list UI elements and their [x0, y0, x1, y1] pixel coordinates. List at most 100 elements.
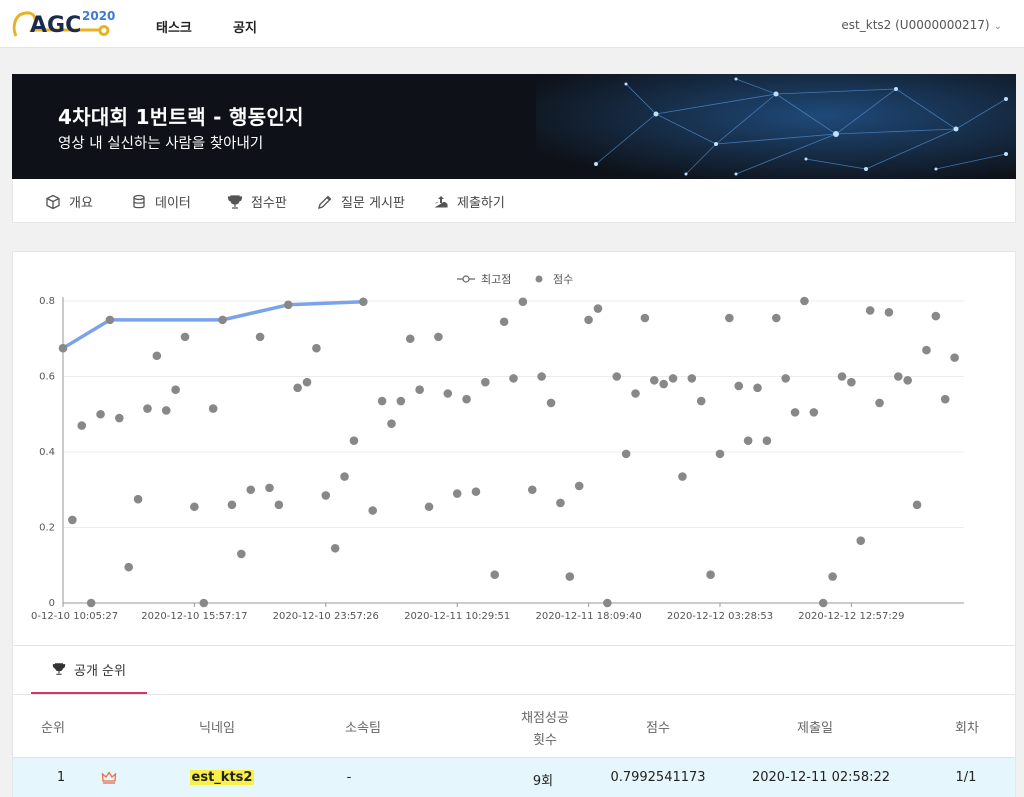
score-point [133, 494, 143, 504]
tab-data[interactable]: 데이터 [131, 192, 191, 211]
column-header-rank: 순위 [41, 721, 65, 736]
score-point [96, 409, 105, 419]
x-tick-label: 2020-12-10 23:57:26 [273, 611, 379, 622]
score-point [115, 413, 124, 423]
score-point [715, 449, 725, 459]
table-row[interactable]: 1 est_kts2 - 9회 0.7992541173 2020-12-11 … [13, 757, 1015, 797]
score-point [68, 515, 77, 525]
score-point [537, 372, 546, 381]
score-point [283, 300, 293, 310]
cell-nickname[interactable]: est_kts2 [183, 770, 261, 785]
tab-overview[interactable]: 개요 [45, 192, 93, 211]
competition-subtitle: 영상 내 실신하는 사람을 찾아내기 [58, 136, 264, 152]
tab-public-ranking[interactable]: 공개 순위 [31, 646, 147, 694]
legend-best-label: 최고점 [481, 273, 511, 286]
score-point [293, 383, 302, 393]
score-point [584, 315, 593, 325]
tab-qna-board[interactable]: 질문 게시판 [317, 192, 405, 211]
score-point [950, 353, 959, 362]
score-point [856, 536, 866, 546]
network-background-image [536, 74, 1016, 179]
public-ranking-label: 공개 순위 [74, 663, 126, 679]
y-tick-label: 0.4 [39, 447, 55, 458]
competition-banner: 4차대회 1번트랙 - 행동인지 영상 내 실신하는 사람을 찾아내기 [12, 74, 1016, 179]
score-point [227, 500, 237, 510]
score-point [771, 313, 781, 323]
x-tick-label: 2020-12-11 18:09:40 [535, 611, 641, 622]
score-point [743, 436, 753, 445]
score-point [790, 408, 800, 417]
score-point [499, 317, 509, 327]
score-point [940, 394, 950, 404]
tab-leaderboard[interactable]: 점수판 [227, 192, 287, 211]
score-point [265, 483, 274, 493]
score-point [828, 572, 837, 581]
score-point [462, 394, 471, 404]
chevron-down-icon: ⌄ [993, 21, 1002, 32]
score-point [884, 308, 894, 317]
trophy-icon [52, 662, 66, 676]
upload-icon [433, 194, 449, 210]
y-tick-label: 0 [49, 598, 55, 609]
user-menu[interactable]: est_kts2 (U0000000217) ⌄ [841, 18, 1002, 32]
legend-score-label: 점수 [553, 273, 573, 286]
score-point [725, 313, 734, 323]
y-tick-label: 0.2 [39, 523, 55, 534]
score-point [640, 313, 650, 323]
tab-leaderboard-label: 점수판 [251, 196, 287, 211]
tab-submit-label: 제출하기 [457, 196, 505, 211]
score-point [922, 345, 931, 355]
score-point [368, 506, 378, 515]
score-point [481, 377, 490, 387]
nav-task[interactable]: 태스크 [156, 17, 192, 36]
score-point [77, 421, 87, 430]
agc-logo[interactable]: AGC 2020 [10, 6, 118, 42]
score-point [781, 374, 790, 383]
score-point [434, 332, 443, 342]
score-point [612, 372, 622, 381]
score-point [565, 572, 575, 581]
y-tick-label: 0.6 [39, 372, 55, 383]
score-point [518, 297, 528, 307]
y-tick-label: 0.8 [39, 296, 55, 307]
score-point [546, 398, 556, 408]
column-header-team: 소속팀 [345, 721, 381, 736]
score-point [143, 404, 152, 413]
score-point [865, 306, 875, 315]
score-point [415, 385, 424, 395]
score-point [312, 343, 321, 353]
score-point [396, 396, 406, 406]
score-point [837, 372, 847, 381]
tab-submit[interactable]: 제출하기 [433, 192, 505, 211]
legend-score-marker [535, 275, 543, 283]
score-point [762, 436, 772, 445]
column-header-nickname: 닉네임 [199, 721, 235, 736]
nav-notice[interactable]: 공지 [233, 17, 257, 36]
x-tick-label: 2020-12-12 12:57:29 [798, 611, 904, 622]
score-point [574, 481, 584, 491]
score-point [509, 374, 518, 383]
database-icon [131, 194, 147, 210]
score-point [86, 598, 96, 608]
pencil-icon [317, 194, 333, 210]
trophy-icon [227, 194, 243, 210]
score-point [894, 372, 903, 381]
user-label: est_kts2 (U0000000217) [841, 18, 990, 32]
score-point [180, 332, 190, 342]
score-point [359, 297, 368, 307]
cell-score: 0.7992541173 [610, 770, 706, 785]
score-point [387, 419, 396, 428]
score-point [659, 379, 668, 389]
cell-round: 1/1 [955, 770, 977, 785]
column-header-success-count-line1: 채점성공 [521, 711, 569, 726]
cell-team: - [346, 770, 352, 785]
cell-success-count: 9회 [532, 774, 554, 789]
score-point [912, 500, 922, 510]
score-point [161, 406, 171, 415]
divider [13, 694, 1015, 695]
score-point [340, 472, 349, 481]
score-point [208, 404, 218, 413]
crown-icon [101, 769, 117, 785]
score-point [593, 304, 603, 313]
score-point [377, 396, 387, 406]
